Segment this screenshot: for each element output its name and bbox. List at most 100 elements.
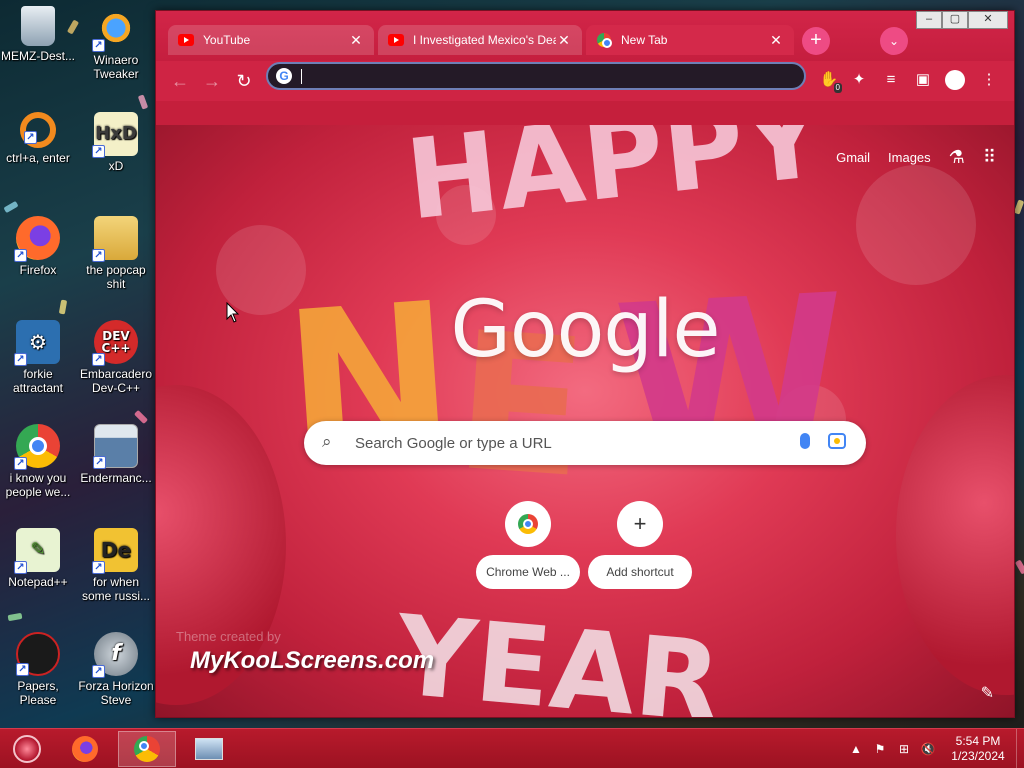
desktop-icon-forkie[interactable]: ⚙ ↗ forkie attractant: [0, 320, 76, 395]
search-icon: ⌕: [322, 432, 332, 451]
firefox-icon: ↗: [14, 216, 60, 262]
action-center-flag-icon[interactable]: ⚑: [868, 742, 892, 756]
notepadpp-icon: ✎ ↗: [14, 528, 60, 574]
menu-kebab-icon[interactable]: ⋮: [976, 67, 1002, 93]
folder-icon: ↗: [92, 216, 138, 262]
extensions-puzzle-icon[interactable]: ✦: [846, 67, 872, 93]
shortcut-arrow-icon: ↗: [93, 456, 106, 469]
show-hidden-icons-icon[interactable]: ▲: [844, 742, 868, 756]
desktop-icon-ctrl-a-enter[interactable]: ↗ ctrl+a, enter: [0, 112, 76, 165]
theme-credit[interactable]: Theme created by: [176, 629, 281, 644]
clock-date: 1/23/2024: [951, 749, 1005, 763]
labs-flask-icon[interactable]: ⚗: [949, 147, 965, 168]
forward-button[interactable]: →: [198, 67, 226, 95]
shortcut-arrow-icon: ↗: [92, 145, 105, 158]
extension-counter-icon[interactable]: ✋ 0: [816, 67, 842, 93]
search-placeholder: Search Google or type a URL: [355, 435, 552, 452]
new-tab-button[interactable]: +: [802, 27, 830, 55]
papers-please-icon: ↗: [16, 632, 60, 676]
winaero-icon: ↗: [92, 6, 138, 52]
firefox-icon: [72, 736, 98, 762]
shortcut-arrow-icon: ↗: [92, 665, 105, 678]
tab-youtube[interactable]: YouTube ✕: [168, 25, 374, 55]
desktop-icon-chrome[interactable]: ↗ i know you people we...: [0, 424, 76, 499]
decor-letter: YEAR: [391, 591, 726, 717]
shortcut-chrome-web-store[interactable]: Chrome Web ...: [476, 501, 580, 589]
de-app-icon: De ↗: [92, 528, 138, 574]
ntp-search-box[interactable]: ⌕ Search Google or type a URL: [304, 421, 866, 465]
media-controls-icon[interactable]: ≡: [878, 67, 904, 93]
youtube-icon: [388, 34, 404, 46]
side-panel-icon[interactable]: ▣: [910, 67, 936, 93]
profile-avatar-icon[interactable]: [942, 67, 968, 93]
gmail-link[interactable]: Gmail: [836, 150, 870, 165]
google-logo: Google: [450, 285, 720, 375]
desktop-icon-notepadpp[interactable]: ✎ ↗ Notepad++: [0, 528, 76, 589]
chrome-web-store-icon: [505, 501, 551, 547]
tab-search-button[interactable]: ⌄: [880, 27, 908, 55]
close-icon[interactable]: ✕: [768, 32, 784, 49]
images-link[interactable]: Images: [888, 150, 931, 165]
desktop-icon-de-app[interactable]: De ↗ for when some russi...: [78, 528, 154, 603]
shortcut-label: Add shortcut: [588, 555, 692, 589]
volume-muted-icon[interactable]: 🔇: [916, 742, 940, 756]
shortcut-arrow-icon: ↗: [92, 249, 105, 262]
youtube-icon: [178, 34, 194, 46]
shortcut-arrow-icon: ↗: [16, 663, 29, 676]
system-tray: ▲ ⚑ ⊞ 🔇 5:54 PM 1/23/2024: [844, 729, 1024, 768]
decor-letter: HAPPY: [400, 125, 830, 245]
shortcut-arrow-icon: ↗: [92, 39, 105, 52]
shortcut-label: Chrome Web ...: [476, 555, 580, 589]
minimize-button[interactable]: –: [916, 11, 942, 29]
desktop-icon-xd[interactable]: HxD ↗ xD: [78, 112, 154, 173]
start-button[interactable]: [2, 731, 52, 767]
desktop-icon-firefox[interactable]: ↗ Firefox: [0, 216, 76, 277]
desktop-icon-devcpp[interactable]: DEV C++ ↗ Embarcadero Dev-C++: [78, 320, 154, 395]
clock[interactable]: 5:54 PM 1/23/2024: [940, 734, 1016, 764]
recycle-bin-icon: [21, 6, 55, 46]
customize-pencil-icon[interactable]: ✎: [981, 683, 994, 703]
extension-badge: 0: [833, 83, 842, 93]
chrome-icon: [134, 736, 160, 762]
desktop-icon-winaero[interactable]: ↗ Winaero Tweaker: [78, 6, 154, 81]
network-icon[interactable]: ⊞: [892, 742, 916, 756]
close-window-button[interactable]: ✕: [968, 11, 1008, 29]
desktop-icon-papers-please[interactable]: ↗ Papers, Please: [0, 632, 76, 707]
shortcut-arrow-icon: ↗: [24, 131, 37, 144]
desktop-icon-forza[interactable]: f ↗ Forza Horizon Steve: [78, 632, 154, 707]
taskbar-system-monitor[interactable]: [180, 731, 238, 767]
microphone-icon[interactable]: [800, 433, 810, 449]
taskbar-firefox[interactable]: [56, 731, 114, 767]
start-orb-icon: [13, 735, 41, 763]
browser-toolbar: ← → ↻ G ✋ 0 ✦ ≡ ▣ ⋮: [156, 61, 1014, 101]
maximize-button[interactable]: ▢: [942, 11, 968, 29]
tab-strip: YouTube ✕ I Investigated Mexico's Dea ✕ …: [156, 11, 1014, 63]
shortcut-add[interactable]: + Add shortcut: [588, 501, 692, 589]
tab-new-tab[interactable]: New Tab ✕: [586, 25, 794, 55]
text-caret: [301, 69, 302, 84]
close-icon[interactable]: ✕: [556, 32, 572, 49]
tab-mexico-video[interactable]: I Investigated Mexico's Dea ✕: [378, 25, 582, 55]
shortcut-arrow-icon: ↗: [14, 249, 27, 262]
google-lens-icon[interactable]: [828, 433, 846, 449]
close-icon[interactable]: ✕: [348, 32, 364, 49]
reload-button[interactable]: ↻: [230, 67, 258, 95]
flash-icon: f ↗: [92, 632, 138, 678]
desktop-icon-memz[interactable]: MEMZ-Dest...: [0, 6, 76, 63]
desktop-icon-endermanch[interactable]: ↗ Endermanc...: [78, 424, 154, 485]
settings-monitor-icon: ⚙ ↗: [14, 320, 60, 366]
google-g-icon: G: [276, 68, 292, 84]
taskbar-chrome[interactable]: [118, 731, 176, 767]
back-button[interactable]: ←: [166, 67, 194, 95]
desktop-icon-popcap[interactable]: ↗ the popcap shit: [78, 216, 154, 291]
clock-time: 5:54 PM: [955, 734, 1001, 748]
ntp-top-links: Gmail Images ⚗ ⠿: [836, 147, 996, 168]
orange-ring-icon: ↗: [20, 112, 56, 148]
show-desktop-button[interactable]: [1016, 729, 1024, 768]
shortcut-arrow-icon: ↗: [14, 457, 27, 470]
address-bar[interactable]: G: [266, 62, 806, 90]
mouse-cursor-icon: [226, 302, 240, 323]
shortcut-arrow-icon: ↗: [92, 561, 105, 574]
apps-grid-icon[interactable]: ⠿: [983, 147, 996, 168]
shortcut-arrow-icon: ↗: [14, 353, 27, 366]
